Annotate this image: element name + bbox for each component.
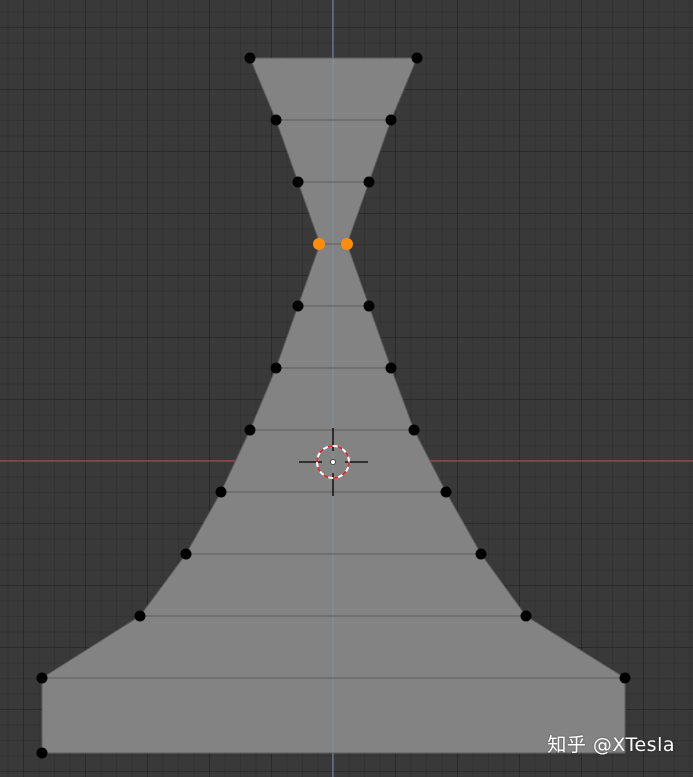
mesh-vertex[interactable]	[244, 52, 256, 64]
mesh-vertex[interactable]	[475, 548, 487, 560]
mesh-vertex[interactable]	[619, 672, 631, 684]
mesh-vertex[interactable]	[270, 362, 282, 374]
mesh-vertex[interactable]	[270, 114, 282, 126]
selected-vertex[interactable]	[341, 238, 353, 250]
mesh-vertex[interactable]	[363, 300, 375, 312]
mesh-vertex[interactable]	[385, 114, 397, 126]
mesh-vertex[interactable]	[215, 486, 227, 498]
watermark: 知乎 @XTesla	[547, 734, 675, 756]
viewport-scene[interactable]	[0, 0, 693, 777]
mesh-vertex[interactable]	[385, 362, 397, 374]
mesh-vertex[interactable]	[292, 176, 304, 188]
selected-vertex[interactable]	[313, 238, 325, 250]
mesh-vertex[interactable]	[180, 548, 192, 560]
mesh-vertex[interactable]	[244, 424, 256, 436]
mesh-vertex[interactable]	[411, 52, 423, 64]
mesh-vertex[interactable]	[440, 486, 452, 498]
mesh-vertex[interactable]	[292, 300, 304, 312]
mesh-vertex[interactable]	[36, 747, 48, 759]
3d-viewport[interactable]: 知乎 @XTesla	[0, 0, 693, 777]
mesh-vertex[interactable]	[363, 176, 375, 188]
mesh-vertex[interactable]	[408, 424, 420, 436]
mesh-vertex[interactable]	[36, 672, 48, 684]
mesh-vertex[interactable]	[134, 610, 146, 622]
mesh-vertex[interactable]	[520, 610, 532, 622]
